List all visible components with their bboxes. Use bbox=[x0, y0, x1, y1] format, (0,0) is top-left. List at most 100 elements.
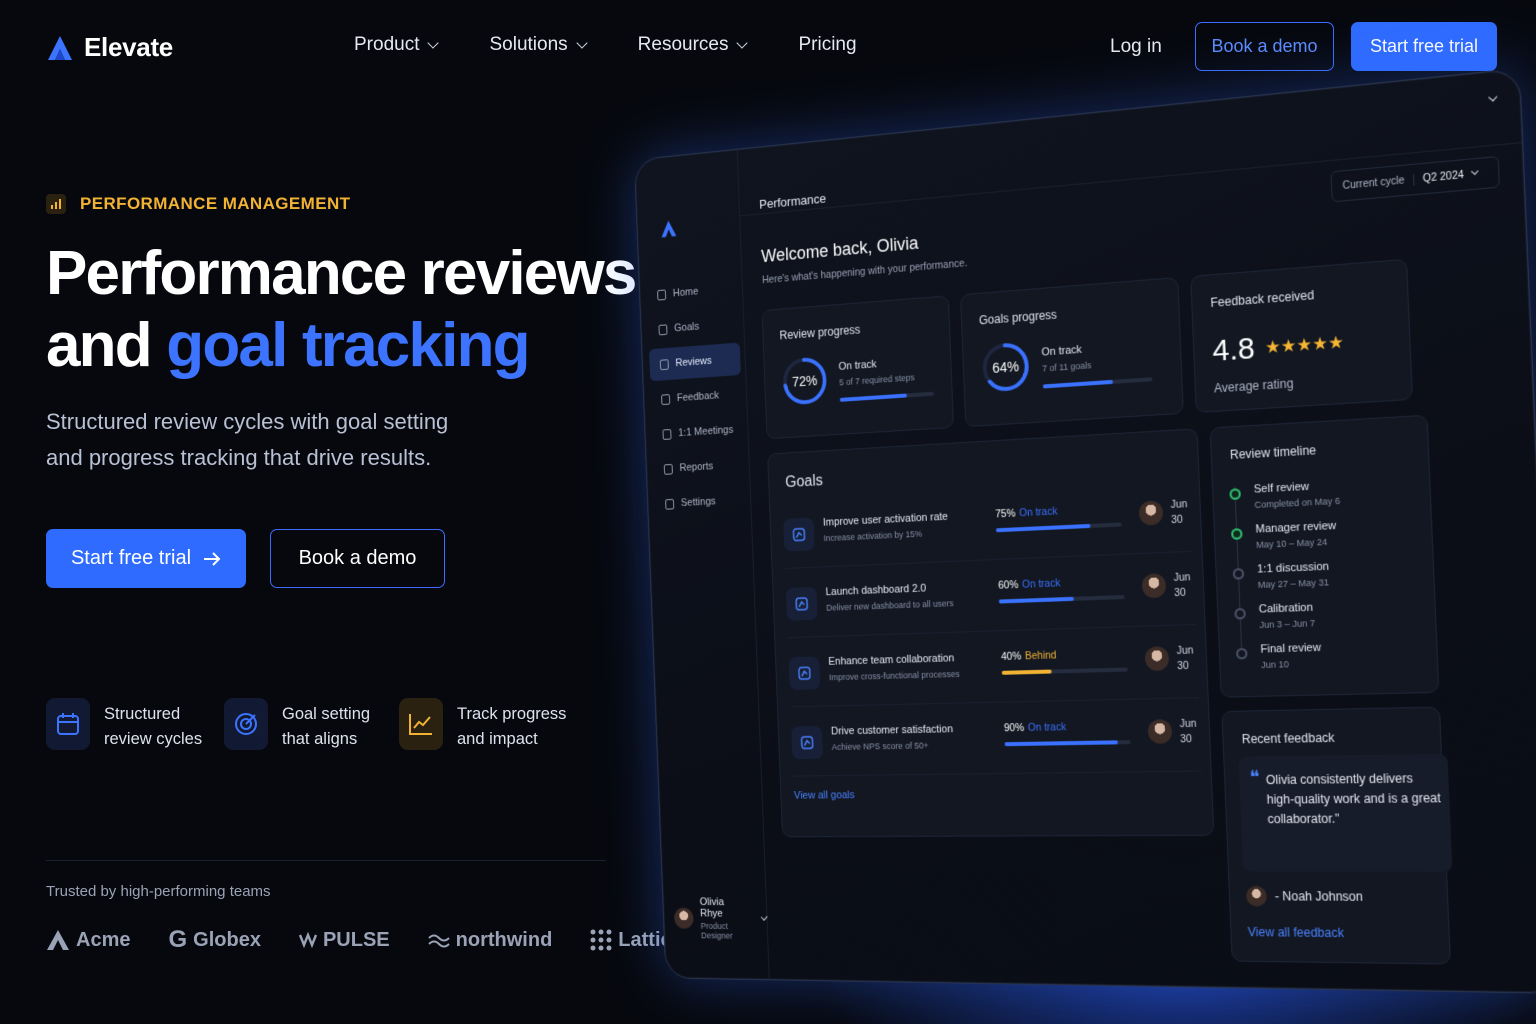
nav-solutions[interactable]: Solutions bbox=[489, 34, 588, 56]
feature-1-line1: Structured bbox=[104, 705, 181, 723]
feature-list: Structured review cycles Goal setting that… bbox=[46, 698, 599, 752]
goal-name: Improve user activation rate bbox=[822, 510, 949, 529]
cycle-value: Q2 2024 bbox=[1412, 169, 1465, 186]
goals-progress-ring: 64% bbox=[980, 340, 1032, 395]
goal-description: Achieve NPS score of 50+ bbox=[831, 740, 929, 752]
goal-percent: 60% On track bbox=[998, 577, 1061, 591]
book-demo-nav-button[interactable]: Book a demo bbox=[1195, 22, 1334, 71]
goal-row[interactable]: Enhance team collaboration Improve cross-… bbox=[788, 635, 1199, 708]
sidebar-item-label: Home bbox=[672, 285, 699, 300]
rating-value: 4.8 bbox=[1211, 331, 1256, 369]
cycle-label: Current cycle bbox=[1342, 174, 1405, 192]
cycle-selector[interactable]: Current cycle Q2 2024 bbox=[1330, 155, 1501, 203]
dashboard-icon bbox=[785, 586, 818, 621]
goal-percent-value: 60% bbox=[998, 578, 1019, 592]
sidebar-item-label: Reviews bbox=[675, 355, 713, 370]
eyebrow: PERFORMANCE MANAGEMENT bbox=[46, 194, 350, 214]
goal-row[interactable]: Launch dashboard 2.0 Deliver new dashboar… bbox=[785, 561, 1196, 639]
goal-progress-bar bbox=[995, 522, 1122, 533]
logo-acme: Acme bbox=[46, 929, 130, 952]
goal-progress-bar bbox=[998, 594, 1125, 604]
goal-due-date: Jun 30 bbox=[1176, 643, 1194, 674]
sidebar-item-label: Feedback bbox=[676, 389, 720, 405]
avatar bbox=[1144, 646, 1170, 672]
chevron-down-icon bbox=[1471, 167, 1479, 176]
goal-percent: 40% Behind bbox=[1001, 649, 1057, 663]
sidebar-item-home[interactable]: Home bbox=[646, 272, 738, 312]
sidebar-item-goals[interactable]: Goals bbox=[648, 307, 740, 346]
goal-row[interactable]: Improve user activation rate Increase act… bbox=[782, 488, 1193, 569]
goal-due-date: Jun 30 bbox=[1179, 717, 1197, 748]
user-role: Product Designer bbox=[700, 921, 733, 941]
quote-icon: ❝ bbox=[1249, 766, 1260, 788]
sidebar-item-settings[interactable]: Settings bbox=[654, 484, 746, 521]
feature-2-line2: that aligns bbox=[282, 730, 358, 748]
check-circle-icon bbox=[1229, 488, 1241, 501]
quote-text: Olivia consistently delivers high-qualit… bbox=[1265, 771, 1442, 827]
goal-status: Behind bbox=[1024, 649, 1057, 663]
link-icon bbox=[791, 725, 824, 760]
timeline-step-name: Final review bbox=[1260, 641, 1322, 656]
review-progress-card: Review progress 72% On track 5 of 7 requ… bbox=[761, 295, 955, 440]
hero-title-line2: and bbox=[46, 311, 167, 380]
review-progress-bar bbox=[839, 391, 934, 402]
timeline-step: Manager review May 10 – May 24 bbox=[1230, 516, 1420, 563]
link-icon bbox=[788, 656, 821, 690]
avatar bbox=[673, 907, 694, 929]
circle-icon bbox=[1232, 568, 1245, 580]
target-icon bbox=[658, 323, 668, 335]
sidebar-item-1-1-meetings[interactable]: 1:1 Meetings bbox=[652, 413, 744, 451]
feature-track-progress: Track progress and impact bbox=[399, 698, 599, 752]
sidebar-item-reviews[interactable]: Reviews bbox=[649, 342, 741, 382]
report-icon bbox=[663, 463, 673, 475]
calendar-icon bbox=[662, 428, 672, 440]
goal-due-month: Jun bbox=[1170, 498, 1188, 512]
clipboard-icon bbox=[659, 358, 669, 370]
login-link[interactable]: Log in bbox=[1110, 36, 1162, 58]
calendar-icon bbox=[46, 698, 90, 750]
customer-logos: Acme G Globex PULSE northwind Lattice bbox=[46, 926, 683, 954]
home-icon bbox=[657, 288, 667, 301]
logo-pulse: PULSE bbox=[298, 929, 390, 952]
nav-product[interactable]: Product bbox=[354, 34, 440, 56]
recent-feedback-card: Recent feedback ❝ Olivia consistently de… bbox=[1221, 706, 1453, 965]
goal-due-date: Jun 30 bbox=[1173, 570, 1191, 601]
dashboard-user[interactable]: Olivia Rhye Product Designer bbox=[673, 896, 768, 941]
welcome-heading: Welcome back, Olivia bbox=[760, 233, 919, 267]
avatar bbox=[1245, 885, 1268, 907]
goals-progress-status: On track bbox=[1041, 343, 1083, 359]
goal-row[interactable]: Drive customer satisfaction Achieve NPS s… bbox=[790, 708, 1202, 777]
view-all-goals-link[interactable]: View all goals bbox=[794, 789, 855, 801]
sidebar-item-reports[interactable]: Reports bbox=[653, 448, 745, 485]
logo-acme-text: Acme bbox=[76, 928, 131, 951]
review-progress-status: On track bbox=[838, 358, 877, 373]
hero-subtitle: Structured review cycles with goal setti… bbox=[46, 409, 449, 470]
book-demo-hero-button[interactable]: Book a demo bbox=[270, 529, 445, 588]
timeline-title: Review timeline bbox=[1229, 442, 1317, 463]
wave-logo-icon bbox=[427, 934, 450, 948]
avatar bbox=[1147, 719, 1173, 744]
start-trial-hero-label: Start free trial bbox=[70, 547, 192, 569]
start-trial-hero-button[interactable]: Start free trial bbox=[46, 529, 246, 588]
goal-name: Drive customer satisfaction bbox=[830, 723, 954, 738]
brand-logo[interactable]: Elevate bbox=[46, 32, 173, 63]
sidebar-item-feedback[interactable]: Feedback bbox=[650, 378, 742, 416]
timeline-step: Final review Jun 10 bbox=[1235, 639, 1425, 683]
nav-pricing[interactable]: Pricing bbox=[798, 34, 856, 56]
logo-northwind-text: northwind bbox=[455, 928, 553, 951]
goal-due-month: Jun bbox=[1179, 717, 1197, 731]
dashboard-title: Performance bbox=[758, 190, 827, 212]
nav-resources[interactable]: Resources bbox=[638, 34, 749, 56]
goal-due-day: 30 bbox=[1170, 513, 1184, 527]
chart-icon bbox=[783, 517, 815, 552]
view-all-feedback-link[interactable]: View all feedback bbox=[1247, 925, 1344, 940]
eyebrow-text: PERFORMANCE MANAGEMENT bbox=[80, 194, 351, 213]
start-trial-nav-button[interactable]: Start free trial bbox=[1351, 22, 1497, 71]
goal-percent: 90% On track bbox=[1004, 721, 1067, 734]
review-progress-percent: 72% bbox=[791, 372, 818, 390]
feature-goal-setting: Goal setting that aligns bbox=[224, 698, 399, 752]
bar-chart-icon bbox=[46, 194, 66, 214]
goal-status: On track bbox=[1027, 721, 1067, 734]
goal-name: Enhance team collaboration bbox=[828, 652, 955, 668]
avatar bbox=[1141, 573, 1167, 599]
